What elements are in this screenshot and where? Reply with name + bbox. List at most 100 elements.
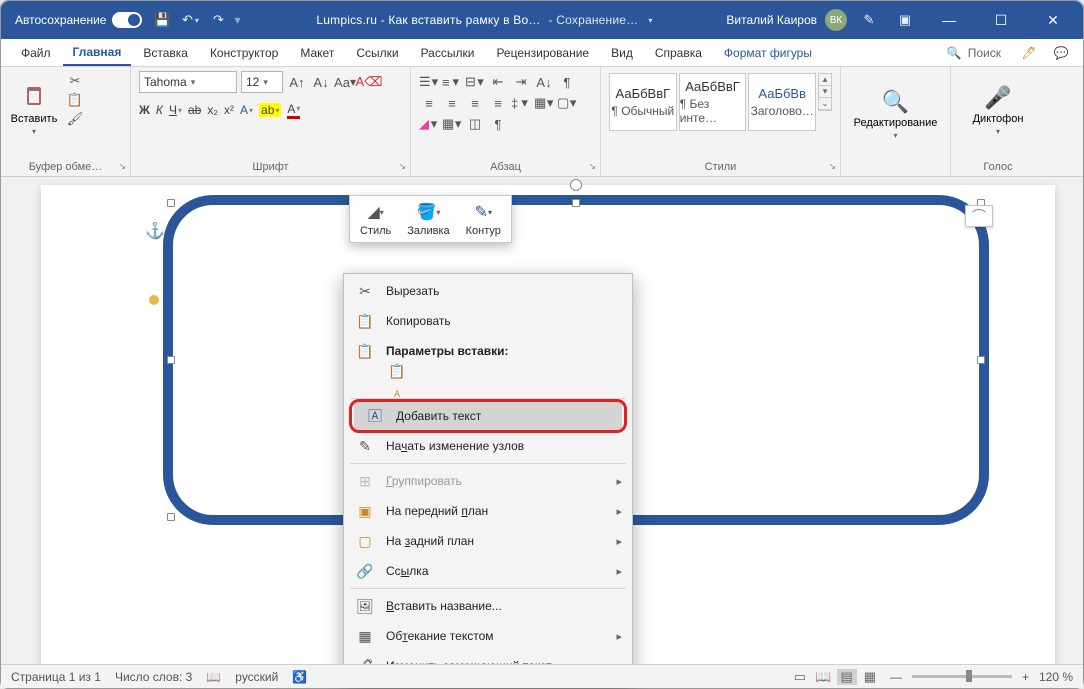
resize-handle[interactable] (572, 199, 580, 207)
page-indicator[interactable]: Страница 1 из 1 (11, 670, 101, 684)
zoom-in-icon[interactable]: + (1022, 670, 1029, 684)
resize-handle[interactable] (167, 199, 175, 207)
style-no-spacing[interactable]: АаБбВвГ¶ Без инте… (679, 73, 747, 131)
tab-home[interactable]: Главная (63, 40, 132, 66)
cut-icon[interactable]: ✂ (65, 73, 85, 89)
ctx-add-text[interactable]: 🄰Добавить текст (344, 401, 632, 431)
copy-icon[interactable]: 📋 (65, 92, 85, 108)
search-box[interactable]: 🔍Поиск (939, 46, 1009, 60)
grow-font-icon[interactable]: A↑ (287, 74, 307, 90)
align-center-icon[interactable]: ≡ (442, 94, 462, 112)
font-size-combo[interactable]: 12▾ (241, 71, 283, 93)
ctx-cut[interactable]: ✂Вырезать (344, 276, 632, 306)
word-count[interactable]: Число слов: 3 (115, 670, 192, 684)
ctx-paste-option[interactable]: 📋A (344, 366, 632, 396)
redo-icon[interactable]: ↷ (209, 11, 227, 29)
resize-handle[interactable] (977, 356, 985, 364)
tab-mailings[interactable]: Рассылки (411, 41, 485, 65)
autosave-toggle[interactable]: Автосохранение (9, 12, 148, 28)
undo-icon[interactable]: ↶▾ (181, 11, 199, 29)
dialog-launcher-icon[interactable]: ↘ (828, 161, 836, 172)
read-view-icon[interactable]: 📖 (813, 669, 833, 685)
toggle-switch[interactable] (112, 12, 142, 28)
ctx-link[interactable]: 🔗Ссылка▸ (344, 556, 632, 586)
numbering-icon[interactable]: ≡▾ (442, 73, 462, 91)
comments-button[interactable]: 💬 (1049, 41, 1073, 65)
format-painter-icon[interactable]: 🖌 (65, 111, 85, 127)
font-color-icon[interactable]: A▾ (287, 102, 300, 119)
ctx-edit-points[interactable]: ✎Начать изменение узлов (344, 431, 632, 461)
zoom-out-icon[interactable]: — (890, 670, 902, 684)
italic-icon[interactable]: К (156, 103, 163, 117)
change-case-icon[interactable]: Aa▾ (335, 74, 355, 90)
zoom-slider[interactable] (912, 675, 1012, 678)
borders-icon[interactable]: ▢▾ (557, 94, 577, 112)
layout-options-icon[interactable]: ⌒ (965, 205, 993, 227)
pen-icon[interactable]: ✎ (860, 11, 878, 29)
sort-icon[interactable]: A↓ (534, 73, 554, 91)
resize-handle[interactable] (167, 513, 175, 521)
tab-insert[interactable]: Вставка (133, 41, 198, 65)
indent-right-icon[interactable]: ⇥ (511, 73, 531, 91)
font-name-combo[interactable]: Tahoma▾ (139, 71, 237, 93)
zoom-level[interactable]: 120 % (1039, 670, 1073, 684)
save-icon[interactable]: 💾 (153, 11, 171, 29)
tab-references[interactable]: Ссылки (346, 41, 408, 65)
avatar[interactable]: ВК (825, 9, 847, 31)
tab-file[interactable]: Файл (11, 41, 61, 65)
anchor-icon[interactable]: ⚓ (145, 221, 165, 241)
table-icon[interactable]: ▦▾ (442, 115, 462, 133)
text-effects-icon[interactable]: A▾ (240, 103, 253, 117)
subscript-icon[interactable]: x₂ (207, 103, 218, 117)
ribbon-display-icon[interactable]: ▣ (896, 11, 914, 29)
dialog-launcher-icon[interactable]: ↘ (588, 161, 596, 172)
para-mark-icon[interactable]: ¶ (488, 115, 508, 133)
paste-button[interactable]: Вставить ▾ (9, 71, 59, 149)
tab-review[interactable]: Рецензирование (486, 41, 599, 65)
show-marks-icon[interactable]: ¶ (557, 73, 577, 91)
style-normal[interactable]: АаБбВвГ¶ Обычный (609, 73, 677, 131)
ctx-caption[interactable]: 🖼Вставить название... (344, 591, 632, 621)
resize-handle[interactable] (167, 356, 175, 364)
chevron-down-icon[interactable]: ▾ (648, 16, 652, 25)
indent-left-icon[interactable]: ⇤ (488, 73, 508, 91)
print-view-icon[interactable]: ▤ (837, 669, 857, 685)
adjust-handle[interactable] (149, 295, 159, 305)
shape-style-button[interactable]: ◢▾Стиль (352, 199, 399, 239)
accessibility-icon[interactable]: ♿ (292, 670, 307, 684)
strike-icon[interactable]: ab (188, 103, 201, 117)
align-right-icon[interactable]: ≡ (465, 94, 485, 112)
bullets-icon[interactable]: ☰▾ (419, 73, 439, 91)
find-button[interactable]: 🔍 Редактирование ▾ (851, 76, 941, 154)
ctx-bring-front[interactable]: ▣На передний план▸ (344, 496, 632, 526)
eraser-icon[interactable]: ◫ (465, 115, 485, 133)
share-button[interactable]: 🖊 (1017, 41, 1041, 65)
minimize-button[interactable]: — (927, 5, 971, 35)
align-left-icon[interactable]: ≡ (419, 94, 439, 112)
tab-view[interactable]: Вид (601, 41, 643, 65)
user-name[interactable]: Виталий Каиров (726, 13, 817, 27)
dialog-launcher-icon[interactable]: ↘ (118, 161, 126, 172)
shrink-font-icon[interactable]: A↓ (311, 74, 331, 90)
ctx-send-back[interactable]: ▢На задний план▸ (344, 526, 632, 556)
underline-icon[interactable]: Ч▾ (169, 103, 182, 117)
shape-outline-button[interactable]: ✎▾Контур (458, 199, 509, 239)
close-button[interactable]: ✕ (1031, 5, 1075, 35)
style-heading1[interactable]: АаБбВвЗаголово… (748, 73, 816, 131)
web-view-icon[interactable]: ▦ (860, 669, 880, 685)
focus-view-icon[interactable]: ▭ (790, 669, 810, 685)
tab-help[interactable]: Справка (645, 41, 712, 65)
line-spacing-icon[interactable]: ‡▾ (511, 94, 531, 112)
fill-icon[interactable]: ◢▾ (419, 115, 439, 133)
superscript-icon[interactable]: x² (224, 103, 234, 117)
bold-icon[interactable]: Ж (139, 103, 150, 117)
justify-icon[interactable]: ≡ (488, 94, 508, 112)
highlight-icon[interactable]: ab▾ (259, 103, 281, 117)
shading-icon[interactable]: ▦▾ (534, 94, 554, 112)
tab-design[interactable]: Конструктор (200, 41, 288, 65)
spellcheck-icon[interactable]: 📖 (206, 670, 221, 684)
ctx-wrap-text[interactable]: ▦Обтекание текстом▸ (344, 621, 632, 651)
multilevel-icon[interactable]: ⊟▾ (465, 73, 485, 91)
maximize-button[interactable]: ☐ (979, 5, 1023, 35)
clear-format-icon[interactable]: A⌫ (359, 74, 379, 90)
